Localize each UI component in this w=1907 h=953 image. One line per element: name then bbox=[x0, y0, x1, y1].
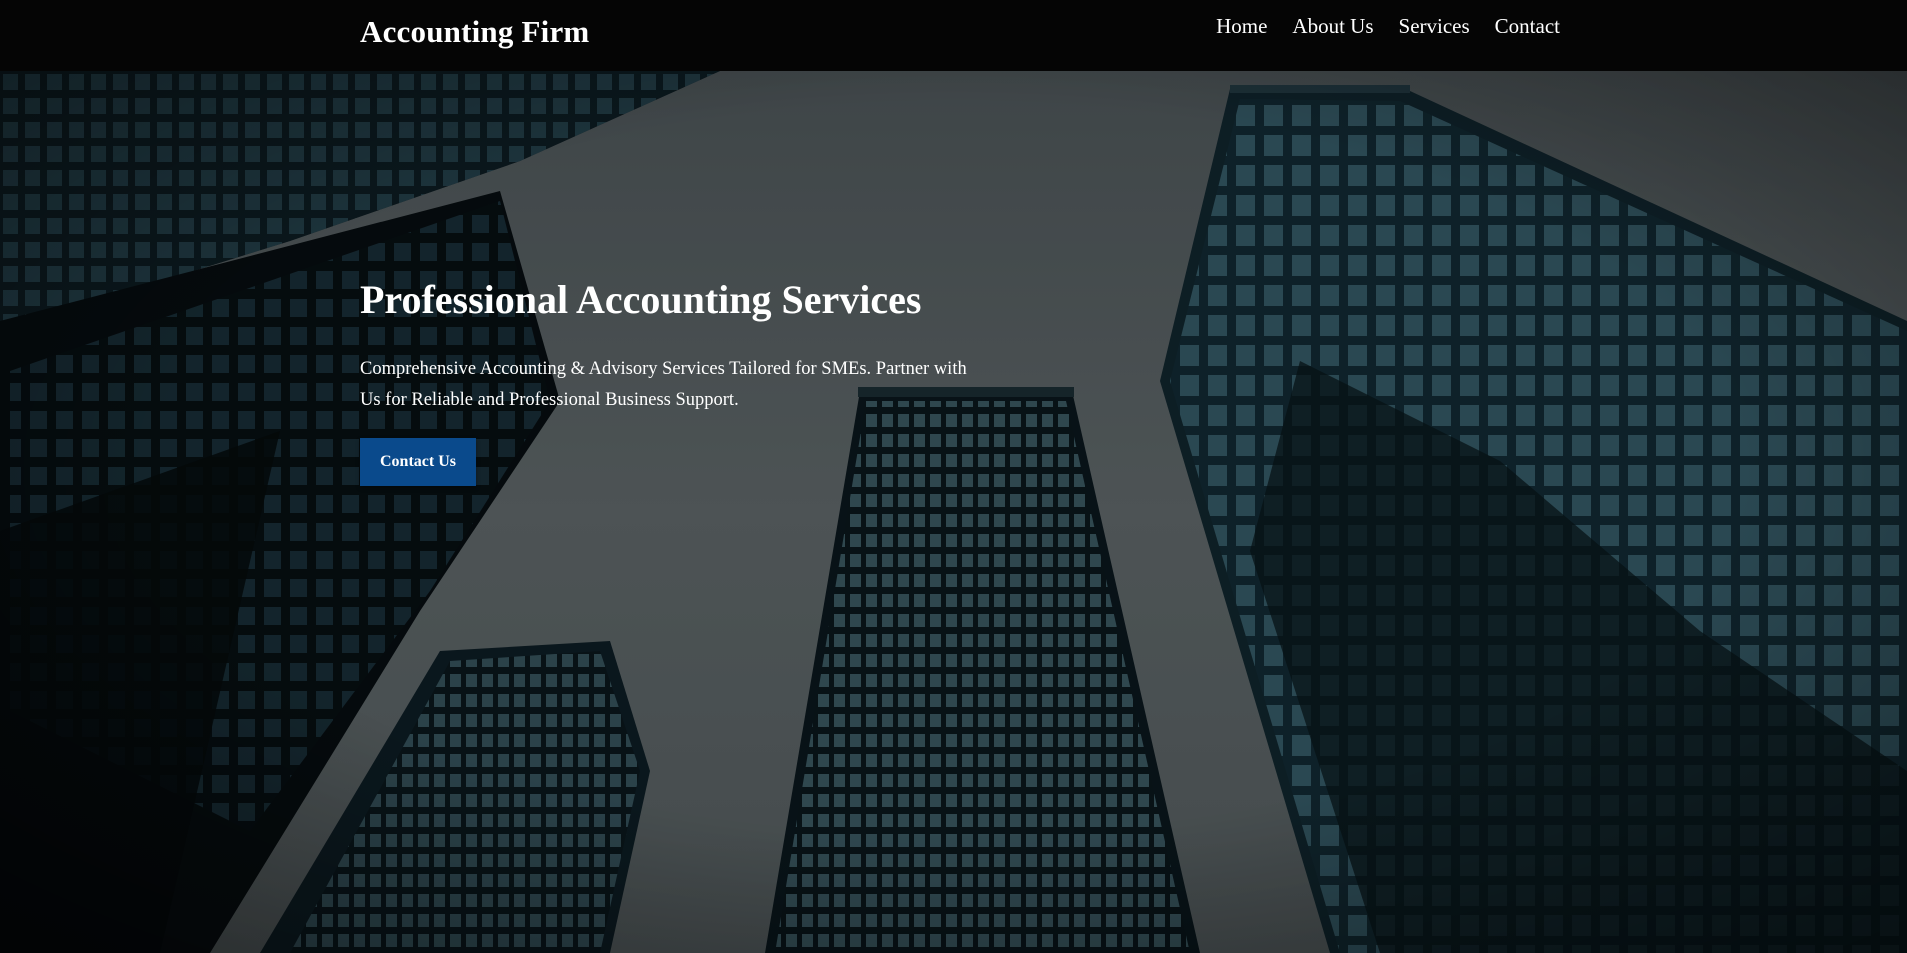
site-header: Accounting Firm Home About Us Services C… bbox=[0, 0, 1907, 71]
hero-title: Professional Accounting Services bbox=[360, 277, 922, 322]
nav-about-us[interactable]: About Us bbox=[1292, 14, 1373, 39]
hero-content: Professional Accounting Services Compreh… bbox=[360, 276, 980, 486]
contact-us-button[interactable]: Contact Us bbox=[360, 438, 476, 486]
hero-description: Comprehensive Accounting & Advisory Serv… bbox=[360, 359, 967, 410]
hero-background-image bbox=[0, 71, 1907, 953]
main-nav: Home About Us Services Contact bbox=[1216, 14, 1560, 39]
hero-section: Professional Accounting Services Compreh… bbox=[0, 71, 1907, 953]
nav-home[interactable]: Home bbox=[1216, 14, 1267, 39]
nav-contact[interactable]: Contact bbox=[1495, 14, 1560, 39]
nav-services[interactable]: Services bbox=[1399, 14, 1470, 39]
site-logo[interactable]: Accounting Firm bbox=[360, 14, 589, 50]
